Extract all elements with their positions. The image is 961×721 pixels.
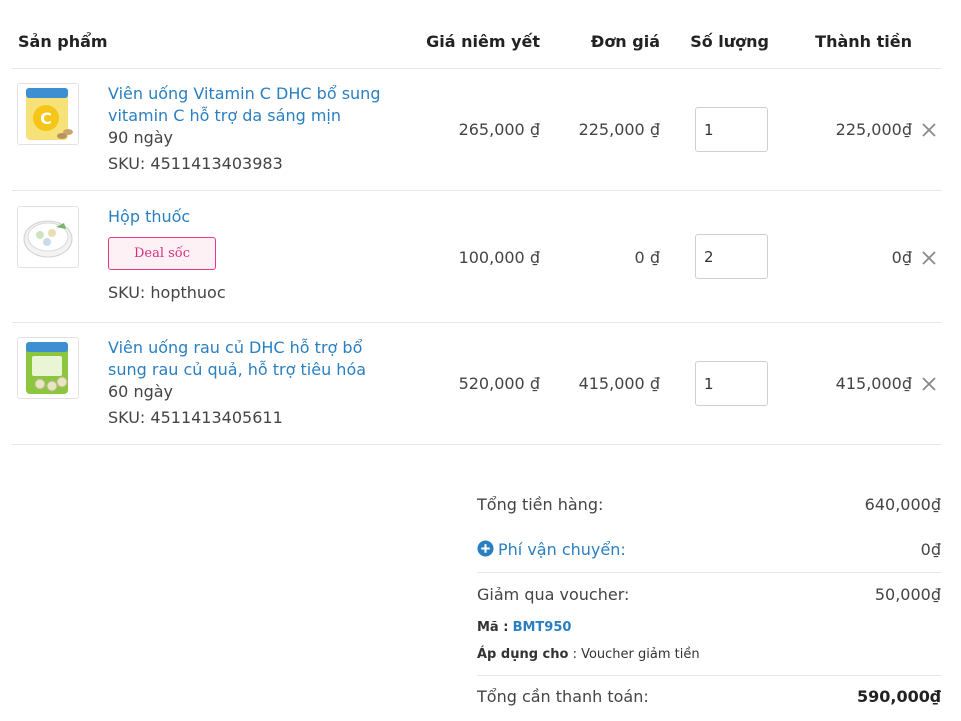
voucher-code-row: Mã : BMT950 xyxy=(477,620,941,635)
quantity-input[interactable] xyxy=(695,361,768,406)
product-name-link[interactable]: Viên uống Vitamin C DHC bổ sung vitamin … xyxy=(108,83,398,127)
vegetable-package-icon[interactable] xyxy=(17,337,79,399)
header-list-price: Giá niêm yết xyxy=(426,32,540,51)
unit-price: 415,000 ₫ xyxy=(578,374,660,393)
product-info: Viên uống rau củ DHC hỗ trợ bổ sung rau … xyxy=(108,337,398,429)
deal-badge: Deal sốc xyxy=(108,237,216,270)
voucher-code: BMT950 xyxy=(512,620,572,635)
svg-text:C: C xyxy=(40,109,52,128)
line-total: 0₫ xyxy=(891,248,912,267)
list-price: 520,000 ₫ xyxy=(458,374,540,393)
product-info: Hộp thuốc Deal sốc SKU: hopthuoc xyxy=(108,206,398,304)
voucher-apply-row: Áp dụng cho : Voucher giảm tiền xyxy=(477,647,941,662)
unit-price: 0 ₫ xyxy=(634,248,660,267)
header-product: Sản phẩm xyxy=(18,32,108,51)
vitamin-c-package-icon[interactable]: C xyxy=(17,83,79,145)
product-sku: SKU: hopthuoc xyxy=(108,283,226,302)
list-price: 100,000 ₫ xyxy=(458,248,540,267)
cart-table-header: Sản phẩm Giá niêm yết Đơn giá Số lượng T… xyxy=(12,0,941,69)
line-total: 415,000₫ xyxy=(835,374,912,393)
remove-item-icon[interactable] xyxy=(921,250,937,266)
cart-row: Viên uống rau củ DHC hỗ trợ bổ sung rau … xyxy=(12,323,941,445)
shipping-toggle[interactable]: Phí vận chuyển: xyxy=(477,540,626,559)
quantity-input[interactable] xyxy=(695,107,768,152)
voucher-apply-value: : Voucher giảm tiền xyxy=(568,647,700,662)
subtotal-value: 640,000₫ xyxy=(864,495,941,514)
cart-row: C Viên uống Vitamin C DHC bổ sung vitami… xyxy=(12,69,941,191)
product-name-link[interactable]: Viên uống rau củ DHC hỗ trợ bổ sung rau … xyxy=(108,337,398,381)
subtotal-label: Tổng tiền hàng: xyxy=(477,495,604,514)
product-variant: 60 ngày xyxy=(108,382,174,401)
product-variant: 90 ngày xyxy=(108,128,174,147)
voucher-code-label: Mã : xyxy=(477,620,509,635)
cart-row: Hộp thuốc Deal sốc SKU: hopthuoc 100,000… xyxy=(12,191,941,323)
header-quantity: Số lượng xyxy=(690,32,769,51)
remove-item-icon[interactable] xyxy=(921,376,937,392)
shipping-value: 0₫ xyxy=(920,540,941,559)
product-sku: SKU: 4511413403983 xyxy=(108,154,283,173)
quantity-input[interactable] xyxy=(695,234,768,279)
list-price: 265,000 ₫ xyxy=(458,120,540,139)
product-sku: SKU: 4511413405611 xyxy=(108,408,283,427)
voucher-label: Giảm qua voucher: xyxy=(477,585,630,604)
unit-price: 225,000 ₫ xyxy=(578,120,660,139)
grand-total-label: Tổng cần thanh toán: xyxy=(477,687,649,706)
summary-divider xyxy=(477,675,941,676)
summary-divider xyxy=(477,572,941,573)
voucher-value: 50,000₫ xyxy=(874,585,941,604)
pill-box-icon[interactable] xyxy=(17,206,79,268)
voucher-row: Giảm qua voucher: 50,000₫ xyxy=(477,585,941,604)
product-info: Viên uống Vitamin C DHC bổ sung vitamin … xyxy=(108,83,398,175)
shipping-label: Phí vận chuyển: xyxy=(498,540,626,559)
shipping-row: Phí vận chuyển: 0₫ xyxy=(477,540,941,559)
header-unit-price: Đơn giá xyxy=(590,32,660,51)
product-name-link[interactable]: Hộp thuốc xyxy=(108,206,398,228)
grand-total-row: Tổng cần thanh toán: 590,000₫ xyxy=(477,687,941,706)
voucher-apply-label: Áp dụng cho xyxy=(477,647,569,662)
plus-circle-icon xyxy=(477,540,494,557)
remove-item-icon[interactable] xyxy=(921,122,937,138)
line-total: 225,000₫ xyxy=(835,120,912,139)
grand-total-value: 590,000₫ xyxy=(856,687,941,706)
subtotal-row: Tổng tiền hàng: 640,000₫ xyxy=(477,495,941,514)
header-total: Thành tiền xyxy=(815,32,912,51)
